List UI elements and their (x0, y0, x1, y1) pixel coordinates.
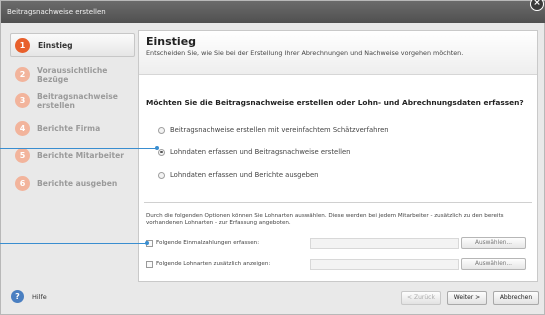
step-voraussichtliche-bezuege[interactable]: 2 Voraussichtliche Bezüge (15, 66, 140, 84)
callout-line-radio (0, 148, 157, 149)
help-label: Hilfe (32, 292, 47, 301)
window-title: Beitragsnachweise erstellen (7, 8, 106, 16)
step-number-badge: 4 (15, 121, 30, 136)
radio-button-selected[interactable] (158, 148, 165, 156)
step-label: Berichte ausgeben (37, 179, 118, 188)
callout-dot (145, 241, 149, 245)
radio-label: Lohndaten erfassen und Berichte ausgeben (170, 171, 319, 179)
einmalzahlungen-field (310, 238, 459, 249)
step-number-badge: 3 (15, 93, 30, 108)
step-number-badge: 5 (15, 148, 30, 163)
page-subtitle: Entscheiden Sie, wie Sie bei der Erstell… (146, 49, 464, 57)
step-label: Voraussichtliche Bezüge (37, 66, 108, 84)
radio-option-schaetzverfahren[interactable]: Beitragsnachweise erstellen mit vereinfa… (158, 126, 389, 134)
cancel-button[interactable]: Abbrechen (493, 291, 539, 305)
callout-line-checkbox (0, 243, 147, 244)
step-label: Berichte Firma (37, 124, 101, 133)
radio-option-lohndaten-berichte[interactable]: Lohndaten erfassen und Berichte ausgeben (158, 171, 319, 179)
einmalzahlungen-select-button[interactable]: Auswählen... (461, 237, 526, 249)
step-label: Einstieg (38, 41, 73, 50)
radio-button[interactable] (158, 171, 165, 179)
step-einstieg[interactable]: 1 Einstieg (10, 33, 135, 57)
radio-option-lohndaten-beitragsnachweise[interactable]: Lohndaten erfassen und Beitragsnachweise… (158, 148, 350, 156)
step-number-badge: 1 (15, 38, 30, 53)
content-header: Einstieg Entscheiden Sie, wie Sie bei de… (139, 31, 537, 75)
radio-label: Lohndaten erfassen und Beitragsnachweise… (170, 148, 351, 156)
help-icon: ? (11, 290, 24, 303)
back-button[interactable]: < Zurück (401, 291, 441, 305)
option-label: Folgende Lohnarten zusätzlich anzeigen: (156, 261, 271, 267)
question-heading: Möchten Sie die Beitragsnachweise erstel… (146, 98, 524, 107)
step-number-badge: 6 (15, 176, 30, 191)
section-divider (144, 202, 532, 203)
lohnarten-select-button[interactable]: Auswählen... (461, 258, 526, 270)
callout-dot (155, 146, 159, 150)
radio-button[interactable] (158, 126, 165, 134)
step-berichte-ausgeben[interactable]: 6 Berichte ausgeben (15, 175, 140, 191)
step-beitragsnachweise-erstellen[interactable]: 3 Beitragsnachweise erstellen (15, 92, 140, 110)
step-label: Berichte Mitarbeiter (37, 151, 124, 160)
help-link[interactable]: ? Hilfe (11, 290, 47, 303)
step-label: Beitragsnachweise erstellen (37, 92, 118, 110)
title-bar: Beitragsnachweise erstellen (1, 1, 545, 23)
options-info-text: Durch die folgenden Optionen können Sie … (146, 213, 504, 226)
content-panel: Einstieg Entscheiden Sie, wie Sie bei de… (138, 30, 538, 282)
lohnarten-checkbox[interactable] (146, 260, 153, 268)
radio-label: Beitragsnachweise erstellen mit vereinfa… (170, 126, 389, 134)
step-berichte-mitarbeiter[interactable]: 5 Berichte Mitarbeiter (15, 147, 140, 163)
step-number-badge: 2 (15, 67, 30, 82)
step-berichte-firma[interactable]: 4 Berichte Firma (15, 120, 140, 136)
lohnarten-field (310, 259, 459, 270)
page-title: Einstieg (146, 35, 197, 48)
option-label: Folgende Einmalzahlungen erfassen: (156, 240, 260, 246)
next-button[interactable]: Weiter > (447, 291, 487, 305)
